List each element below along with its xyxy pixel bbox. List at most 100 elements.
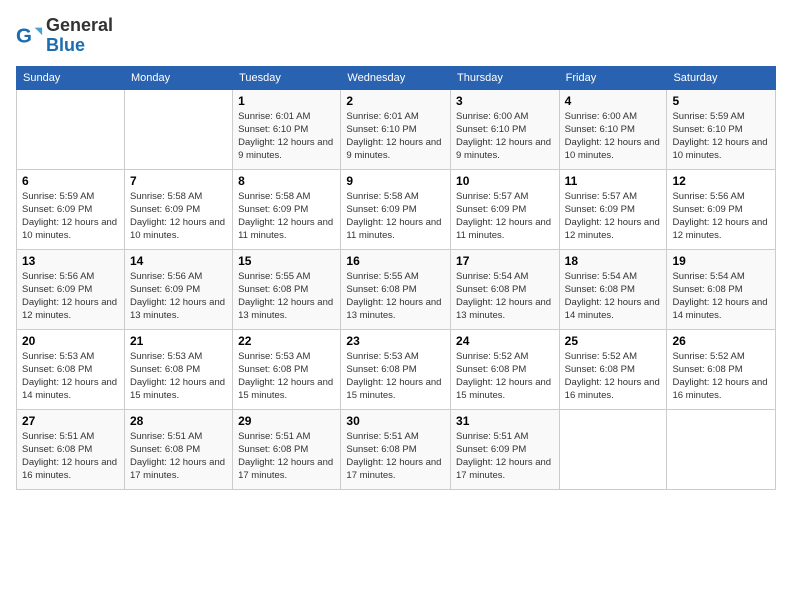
calendar-week-row: 1 Sunrise: 6:01 AM Sunset: 6:10 PM Daylig… bbox=[17, 89, 776, 169]
day-info: Sunrise: 5:52 AM Sunset: 6:08 PM Dayligh… bbox=[456, 350, 554, 403]
logo: G General Blue bbox=[16, 16, 113, 56]
calendar-day-cell: 27 Sunrise: 5:51 AM Sunset: 6:08 PM Dayli… bbox=[17, 409, 125, 489]
day-info: Sunrise: 5:57 AM Sunset: 6:09 PM Dayligh… bbox=[456, 190, 554, 243]
day-info: Sunrise: 5:52 AM Sunset: 6:08 PM Dayligh… bbox=[565, 350, 662, 403]
day-number: 29 bbox=[238, 414, 335, 428]
calendar-day-cell: 16 Sunrise: 5:55 AM Sunset: 6:08 PM Dayli… bbox=[341, 249, 451, 329]
calendar-day-cell: 6 Sunrise: 5:59 AM Sunset: 6:09 PM Daylig… bbox=[17, 169, 125, 249]
day-info: Sunrise: 5:51 AM Sunset: 6:08 PM Dayligh… bbox=[22, 430, 119, 483]
day-info: Sunrise: 6:00 AM Sunset: 6:10 PM Dayligh… bbox=[456, 110, 554, 163]
calendar-day-cell: 25Sunrise: 5:52 AM Sunset: 6:08 PM Dayli… bbox=[559, 329, 667, 409]
day-number: 12 bbox=[672, 174, 770, 188]
weekday-cell: Wednesday bbox=[341, 66, 451, 89]
calendar-week-row: 20Sunrise: 5:53 AM Sunset: 6:08 PM Dayli… bbox=[17, 329, 776, 409]
calendar-day-cell: 12 Sunrise: 5:56 AM Sunset: 6:09 PM Dayli… bbox=[667, 169, 776, 249]
day-number: 30 bbox=[346, 414, 445, 428]
day-number: 11 bbox=[565, 174, 662, 188]
calendar-day-cell: 8 Sunrise: 5:58 AM Sunset: 6:09 PM Daylig… bbox=[233, 169, 341, 249]
day-number: 15 bbox=[238, 254, 335, 268]
calendar-day-cell: 28 Sunrise: 5:51 AM Sunset: 6:08 PM Dayli… bbox=[124, 409, 232, 489]
calendar-day-cell: 2Sunrise: 6:01 AM Sunset: 6:10 PM Daylig… bbox=[341, 89, 451, 169]
calendar-day-cell: 21 Sunrise: 5:53 AM Sunset: 6:08 PM Dayli… bbox=[124, 329, 232, 409]
calendar-body: 1 Sunrise: 6:01 AM Sunset: 6:10 PM Daylig… bbox=[17, 89, 776, 489]
calendar-day-cell: 11 Sunrise: 5:57 AM Sunset: 6:09 PM Dayli… bbox=[559, 169, 667, 249]
calendar-day-cell: 18Sunrise: 5:54 AM Sunset: 6:08 PM Dayli… bbox=[559, 249, 667, 329]
day-info: Sunrise: 5:53 AM Sunset: 6:08 PM Dayligh… bbox=[130, 350, 227, 403]
svg-text:G: G bbox=[16, 24, 32, 47]
day-number: 22 bbox=[238, 334, 335, 348]
day-number: 23 bbox=[346, 334, 445, 348]
day-number: 5 bbox=[672, 94, 770, 108]
day-info: Sunrise: 5:54 AM Sunset: 6:08 PM Dayligh… bbox=[456, 270, 554, 323]
day-info: Sunrise: 5:51 AM Sunset: 6:08 PM Dayligh… bbox=[238, 430, 335, 483]
calendar-day-cell: 13 Sunrise: 5:56 AM Sunset: 6:09 PM Dayli… bbox=[17, 249, 125, 329]
day-info: Sunrise: 5:53 AM Sunset: 6:08 PM Dayligh… bbox=[22, 350, 119, 403]
day-number: 31 bbox=[456, 414, 554, 428]
calendar-week-row: 27 Sunrise: 5:51 AM Sunset: 6:08 PM Dayli… bbox=[17, 409, 776, 489]
calendar-week-row: 13 Sunrise: 5:56 AM Sunset: 6:09 PM Dayli… bbox=[17, 249, 776, 329]
day-number: 24 bbox=[456, 334, 554, 348]
calendar-day-cell: 19 Sunrise: 5:54 AM Sunset: 6:08 PM Dayli… bbox=[667, 249, 776, 329]
calendar-day-cell: 17Sunrise: 5:54 AM Sunset: 6:08 PM Dayli… bbox=[451, 249, 560, 329]
weekday-cell: Friday bbox=[559, 66, 667, 89]
day-info: Sunrise: 5:51 AM Sunset: 6:09 PM Dayligh… bbox=[456, 430, 554, 483]
calendar-day-cell: 9Sunrise: 5:58 AM Sunset: 6:09 PM Daylig… bbox=[341, 169, 451, 249]
day-number: 21 bbox=[130, 334, 227, 348]
calendar-day-cell: 29 Sunrise: 5:51 AM Sunset: 6:08 PM Dayli… bbox=[233, 409, 341, 489]
day-number: 1 bbox=[238, 94, 335, 108]
calendar-week-row: 6 Sunrise: 5:59 AM Sunset: 6:09 PM Daylig… bbox=[17, 169, 776, 249]
calendar-day-cell bbox=[124, 89, 232, 169]
day-number: 14 bbox=[130, 254, 227, 268]
day-number: 2 bbox=[346, 94, 445, 108]
calendar-day-cell: 14 Sunrise: 5:56 AM Sunset: 6:09 PM Dayli… bbox=[124, 249, 232, 329]
calendar-day-cell: 7Sunrise: 5:58 AM Sunset: 6:09 PM Daylig… bbox=[124, 169, 232, 249]
calendar-day-cell: 23Sunrise: 5:53 AM Sunset: 6:08 PM Dayli… bbox=[341, 329, 451, 409]
day-number: 19 bbox=[672, 254, 770, 268]
calendar-day-cell: 10 Sunrise: 5:57 AM Sunset: 6:09 PM Dayli… bbox=[451, 169, 560, 249]
day-number: 18 bbox=[565, 254, 662, 268]
day-info: Sunrise: 5:58 AM Sunset: 6:09 PM Dayligh… bbox=[130, 190, 227, 243]
day-number: 16 bbox=[346, 254, 445, 268]
day-info: Sunrise: 5:51 AM Sunset: 6:08 PM Dayligh… bbox=[346, 430, 445, 483]
day-info: Sunrise: 5:58 AM Sunset: 6:09 PM Dayligh… bbox=[238, 190, 335, 243]
day-number: 6 bbox=[22, 174, 119, 188]
calendar-day-cell: 24 Sunrise: 5:52 AM Sunset: 6:08 PM Dayli… bbox=[451, 329, 560, 409]
calendar-day-cell: 20Sunrise: 5:53 AM Sunset: 6:08 PM Dayli… bbox=[17, 329, 125, 409]
calendar-day-cell: 4Sunrise: 6:00 AM Sunset: 6:10 PM Daylig… bbox=[559, 89, 667, 169]
day-info: Sunrise: 6:00 AM Sunset: 6:10 PM Dayligh… bbox=[565, 110, 662, 163]
weekday-cell: Saturday bbox=[667, 66, 776, 89]
weekday-cell: Tuesday bbox=[233, 66, 341, 89]
day-number: 8 bbox=[238, 174, 335, 188]
day-info: Sunrise: 5:56 AM Sunset: 6:09 PM Dayligh… bbox=[130, 270, 227, 323]
day-info: Sunrise: 5:59 AM Sunset: 6:09 PM Dayligh… bbox=[22, 190, 119, 243]
calendar-day-cell bbox=[17, 89, 125, 169]
calendar-day-cell: 26 Sunrise: 5:52 AM Sunset: 6:08 PM Dayli… bbox=[667, 329, 776, 409]
day-number: 26 bbox=[672, 334, 770, 348]
calendar-table: SundayMondayTuesdayWednesdayThursdayFrid… bbox=[16, 66, 776, 490]
day-info: Sunrise: 5:55 AM Sunset: 6:08 PM Dayligh… bbox=[346, 270, 445, 323]
calendar-day-cell: 3 Sunrise: 6:00 AM Sunset: 6:10 PM Daylig… bbox=[451, 89, 560, 169]
weekday-cell: Thursday bbox=[451, 66, 560, 89]
day-number: 13 bbox=[22, 254, 119, 268]
day-number: 28 bbox=[130, 414, 227, 428]
day-info: Sunrise: 5:51 AM Sunset: 6:08 PM Dayligh… bbox=[130, 430, 227, 483]
day-number: 9 bbox=[346, 174, 445, 188]
weekday-cell: Monday bbox=[124, 66, 232, 89]
day-info: Sunrise: 5:53 AM Sunset: 6:08 PM Dayligh… bbox=[238, 350, 335, 403]
day-info: Sunrise: 5:54 AM Sunset: 6:08 PM Dayligh… bbox=[672, 270, 770, 323]
day-info: Sunrise: 5:52 AM Sunset: 6:08 PM Dayligh… bbox=[672, 350, 770, 403]
weekday-header: SundayMondayTuesdayWednesdayThursdayFrid… bbox=[17, 66, 776, 89]
calendar-day-cell bbox=[667, 409, 776, 489]
day-number: 27 bbox=[22, 414, 119, 428]
day-info: Sunrise: 5:56 AM Sunset: 6:09 PM Dayligh… bbox=[22, 270, 119, 323]
day-info: Sunrise: 5:59 AM Sunset: 6:10 PM Dayligh… bbox=[672, 110, 770, 163]
day-info: Sunrise: 5:57 AM Sunset: 6:09 PM Dayligh… bbox=[565, 190, 662, 243]
day-info: Sunrise: 6:01 AM Sunset: 6:10 PM Dayligh… bbox=[238, 110, 335, 163]
day-info: Sunrise: 5:56 AM Sunset: 6:09 PM Dayligh… bbox=[672, 190, 770, 243]
day-number: 3 bbox=[456, 94, 554, 108]
calendar-day-cell: 1 Sunrise: 6:01 AM Sunset: 6:10 PM Daylig… bbox=[233, 89, 341, 169]
day-number: 10 bbox=[456, 174, 554, 188]
calendar-day-cell: 22 Sunrise: 5:53 AM Sunset: 6:08 PM Dayli… bbox=[233, 329, 341, 409]
day-info: Sunrise: 5:55 AM Sunset: 6:08 PM Dayligh… bbox=[238, 270, 335, 323]
logo-icon: G bbox=[16, 22, 44, 50]
